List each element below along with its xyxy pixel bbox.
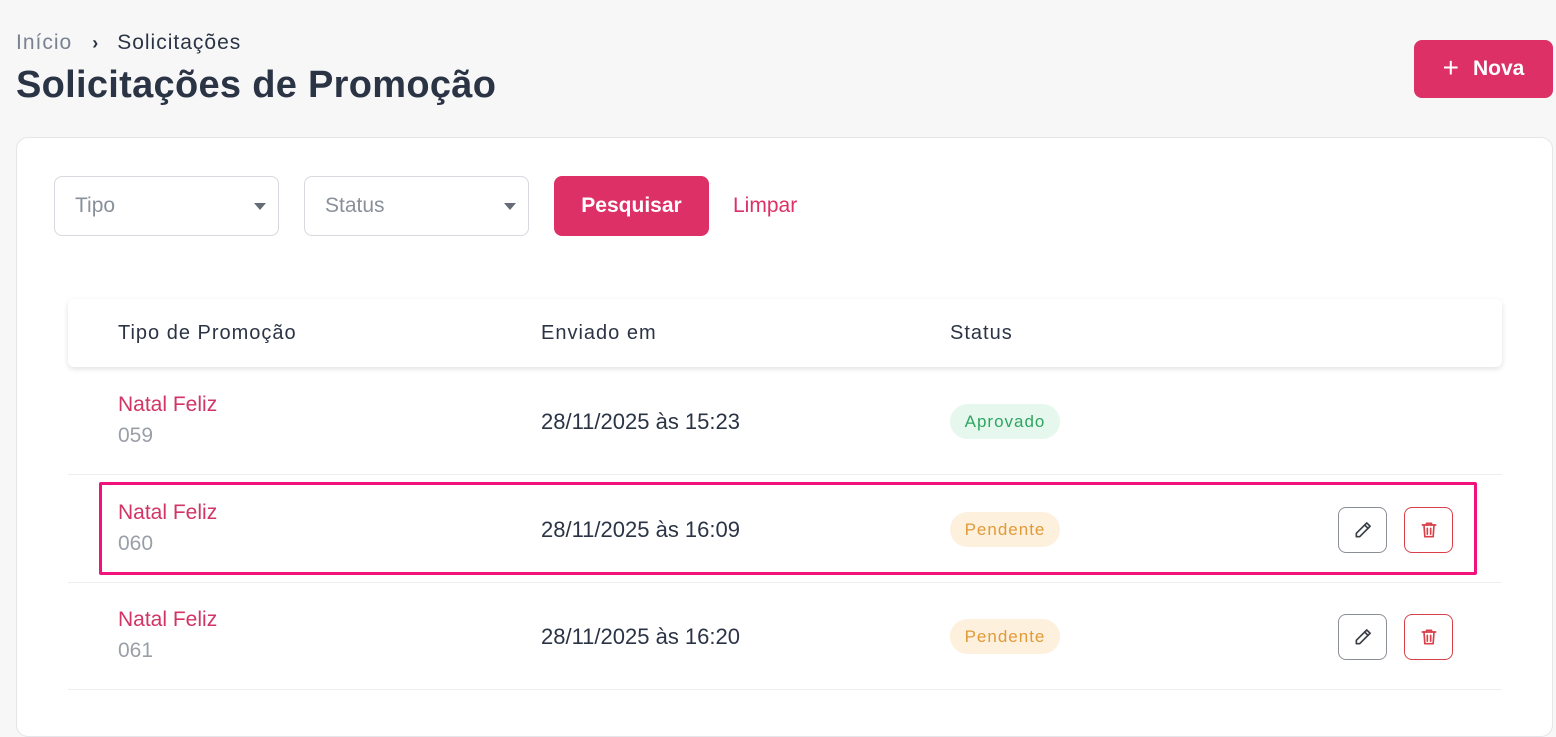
type-select-placeholder: Tipo	[75, 194, 116, 217]
breadcrumb-home[interactable]: Início	[16, 31, 72, 55]
new-button[interactable]: + Nova	[1414, 40, 1553, 98]
table-row: Natal Feliz 060 28/11/2025 às 16:09 Pend…	[68, 476, 1502, 583]
content-card: Tipo Status Pesquisar Limpar Tipo de Pro…	[16, 137, 1553, 737]
status-select[interactable]: Status	[304, 176, 529, 236]
table-row: Natal Feliz 061 28/11/2025 às 16:20 Pend…	[68, 583, 1502, 690]
status-badge: Pendente	[950, 619, 1060, 654]
column-header-status: Status	[950, 322, 1013, 344]
pencil-icon	[1355, 629, 1371, 645]
page-title: Solicitações de Promoção	[16, 64, 497, 106]
promotion-number: 060	[118, 532, 154, 555]
promotion-number: 059	[118, 424, 154, 447]
promotion-number: 061	[118, 639, 154, 662]
promotion-name-link[interactable]: Natal Feliz	[118, 393, 217, 417]
edit-button[interactable]	[1338, 614, 1387, 660]
breadcrumb-current: Solicitações	[117, 31, 242, 54]
promotion-name-link[interactable]: Natal Feliz	[118, 501, 217, 525]
plus-icon: +	[1442, 51, 1459, 83]
sent-at: 28/11/2025 às 16:20	[541, 624, 740, 649]
caret-down-icon	[504, 203, 516, 210]
delete-button[interactable]	[1404, 507, 1453, 553]
status-badge: Aprovado	[950, 404, 1060, 439]
edit-button[interactable]	[1338, 507, 1387, 553]
pencil-icon	[1355, 522, 1371, 538]
sent-at: 28/11/2025 às 15:23	[541, 409, 740, 434]
delete-button[interactable]	[1404, 614, 1453, 660]
trash-icon	[1421, 522, 1436, 538]
new-button-label: Nova	[1473, 57, 1525, 80]
column-header-type: Tipo de Promoção	[118, 322, 297, 344]
promotion-name-link[interactable]: Natal Feliz	[118, 608, 217, 632]
table-row: Natal Feliz 059 28/11/2025 às 15:23 Apro…	[68, 368, 1502, 475]
table-header: Tipo de Promoção Enviado em Status	[68, 299, 1502, 367]
caret-down-icon	[254, 203, 266, 210]
breadcrumb: Início › Solicitações	[16, 31, 241, 55]
search-button[interactable]: Pesquisar	[554, 176, 709, 236]
trash-icon	[1421, 629, 1436, 645]
clear-link[interactable]: Limpar	[733, 194, 797, 218]
column-header-sent-at: Enviado em	[541, 322, 657, 344]
status-select-placeholder: Status	[325, 194, 385, 217]
type-select[interactable]: Tipo	[54, 176, 279, 236]
sent-at: 28/11/2025 às 16:09	[541, 517, 740, 542]
chevron-right-icon: ›	[92, 32, 100, 53]
status-badge: Pendente	[950, 512, 1060, 547]
